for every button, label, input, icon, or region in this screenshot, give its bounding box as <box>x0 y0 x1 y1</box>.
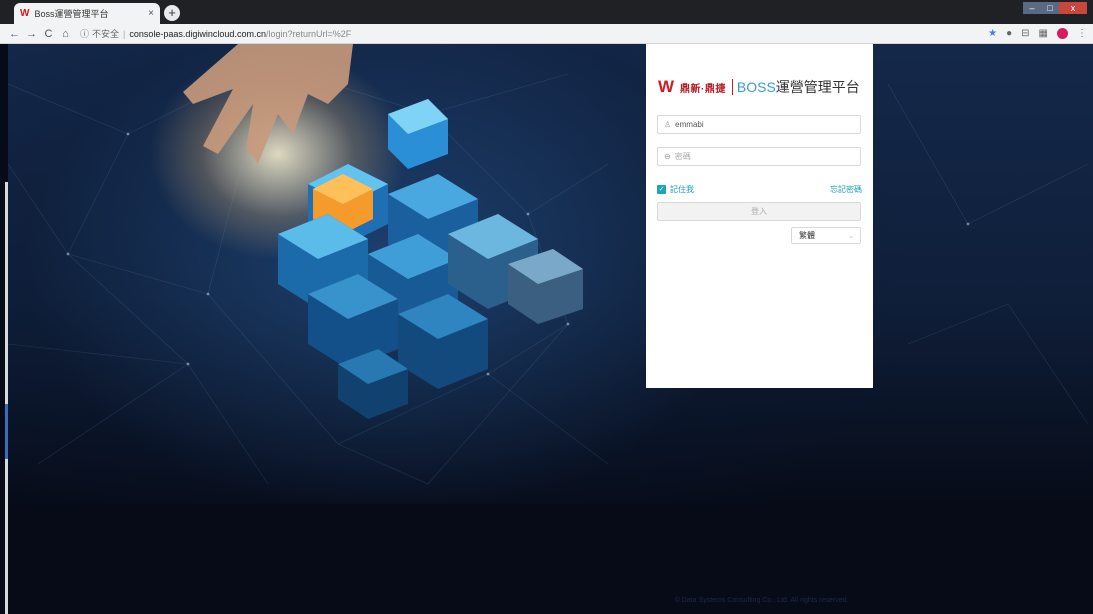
extension-grid-icon[interactable]: ▦ <box>1039 28 1048 39</box>
language-select[interactable]: 繁體 ⌄ <box>791 227 861 244</box>
extension-box-icon[interactable]: ⊟ <box>1021 28 1029 39</box>
remember-me-label: 記住我 <box>670 185 694 194</box>
back-icon[interactable]: ← <box>6 28 23 40</box>
url-host: console-paas.digiwincloud.com.cn <box>129 28 266 39</box>
login-page: W 鼎新·鼎捷 BOSS運營管理平台 ♙ ⊖ ✓ 記住我 忘記密碼 登入 繁體 … <box>0 44 1093 614</box>
browser-tabstrip: W Boss運營管理平台 × + – □ x <box>0 0 1093 24</box>
password-field[interactable]: ⊖ <box>657 147 861 166</box>
minimize-button[interactable]: – <box>1023 2 1041 14</box>
login-card: W 鼎新·鼎捷 BOSS運營管理平台 ♙ ⊖ ✓ 記住我 忘記密碼 登入 繁體 … <box>646 44 873 388</box>
extension-icons: ★ ● ⊟ ▦ ⋮ <box>979 28 1087 39</box>
url-path: /login?returnUrl=%2F <box>265 28 352 39</box>
language-value: 繁體 <box>799 231 815 240</box>
home-icon[interactable]: ⌂ <box>57 28 74 40</box>
brand-divider <box>731 79 733 95</box>
close-window-button[interactable]: x <box>1059 2 1087 14</box>
remember-me[interactable]: ✓ 記住我 <box>657 184 694 195</box>
window-controls: – □ x <box>1023 2 1087 14</box>
maximize-button[interactable]: □ <box>1041 2 1059 14</box>
user-icon: ♙ <box>664 120 672 129</box>
tab-close-icon[interactable]: × <box>148 8 154 19</box>
new-tab-button[interactable]: + <box>164 5 180 21</box>
bookmark-star-icon[interactable]: ★ <box>988 28 997 39</box>
extension-circle-icon[interactable]: ● <box>1006 28 1012 39</box>
profile-avatar-icon[interactable] <box>1057 28 1068 39</box>
forgot-password-link[interactable]: 忘記密碼 <box>830 184 862 195</box>
browser-toolbar: ← → C ⌂ ⓘ 不安全 | console-paas.digiwinclou… <box>0 24 1093 44</box>
copyright-footer: © Data Systems Consulting Co., Ltd. All … <box>674 597 849 604</box>
browser-menu-icon[interactable]: ⋮ <box>1077 28 1087 39</box>
left-edge-bar <box>5 182 8 614</box>
address-separator: | <box>123 28 126 39</box>
left-edge-accent <box>5 404 8 459</box>
browser-tab[interactable]: W Boss運營管理平台 × <box>14 3 160 24</box>
chevron-down-icon: ⌄ <box>848 232 854 240</box>
app-title: BOSS運營管理平台 <box>737 77 860 97</box>
login-button[interactable]: 登入 <box>657 202 861 221</box>
forward-icon[interactable]: → <box>23 28 40 40</box>
reload-icon[interactable]: C <box>40 28 57 40</box>
company-logo-icon: W <box>658 77 675 96</box>
address-bar[interactable]: ⓘ 不安全 | console-paas.digiwincloud.com.cn… <box>80 26 979 42</box>
site-favicon-icon: W <box>20 8 30 19</box>
password-input[interactable] <box>674 152 845 161</box>
app-title-suffix: 運營管理平台 <box>775 79 860 95</box>
company-logo-text: 鼎新·鼎捷 <box>680 83 726 95</box>
lock-icon: ⊖ <box>664 152 671 161</box>
app-title-boss: BOSS <box>736 79 776 95</box>
security-label: 不安全 <box>92 29 120 39</box>
site-info-icon[interactable]: ⓘ <box>80 27 89 40</box>
tab-title: Boss運營管理平台 <box>34 9 109 19</box>
remember-me-checkbox[interactable]: ✓ <box>657 185 666 194</box>
brand-header: W 鼎新·鼎捷 BOSS運營管理平台 <box>658 77 860 97</box>
hero-illustration <box>8 44 1089 485</box>
username-field[interactable]: ♙ <box>657 115 861 134</box>
username-input[interactable] <box>675 120 846 129</box>
